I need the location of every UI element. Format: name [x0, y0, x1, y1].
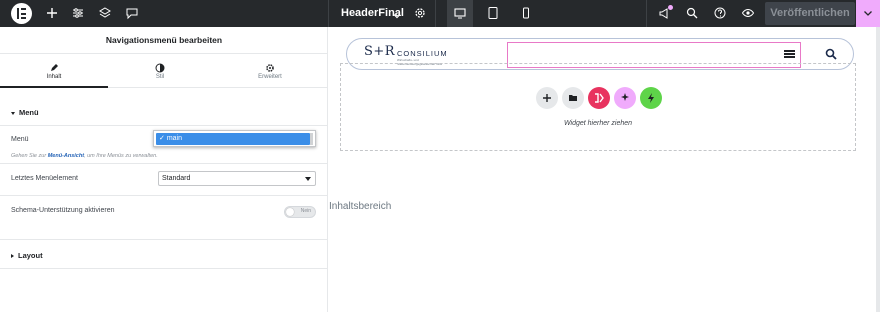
plus-icon — [543, 94, 551, 102]
canvas-preview: S+R CONSILIUM Wirtschafts- und Steuerber… — [329, 27, 880, 312]
divider — [328, 0, 329, 27]
caret-down-icon — [11, 111, 15, 115]
search-icon[interactable] — [825, 47, 837, 60]
tab-label: Stil — [155, 74, 165, 80]
divider — [0, 163, 328, 164]
add-element-button[interactable] — [536, 87, 558, 109]
divider — [0, 195, 328, 196]
section-menu-toggle[interactable]: Menü — [11, 108, 39, 117]
pencil-icon — [49, 60, 59, 71]
elementor-logo-icon[interactable] — [11, 3, 32, 24]
layers-icon[interactable] — [98, 6, 112, 20]
chevron-down-icon[interactable] — [392, 8, 402, 19]
scrollbar[interactable] — [876, 27, 880, 312]
folder-icon — [569, 95, 577, 101]
editor-panel: Navigationsmenü bearbeiten Inhalt Stil E… — [0, 27, 328, 312]
section-layout-toggle[interactable]: Layout — [11, 251, 43, 260]
gear-icon — [265, 60, 275, 72]
schema-toggle[interactable]: Nein — [284, 206, 316, 218]
tab-label: Erweitert — [258, 74, 282, 80]
settings-sliders-icon[interactable] — [71, 6, 85, 20]
divider — [0, 268, 328, 269]
toggle-text: Nein — [300, 208, 311, 214]
content-area-label: Inhaltsbereich — [329, 201, 392, 212]
divider — [646, 0, 647, 27]
menu-hint: Gehen Sie zur Menü-Ansicht, um Ihre Menü… — [11, 153, 158, 159]
brand-name: CONSILIUM — [397, 49, 448, 58]
caret-right-icon — [11, 254, 14, 259]
ai-sparkle-icon — [621, 93, 629, 101]
top-bar: HeaderFinal Veröffentlichen — [0, 0, 880, 27]
gear-icon[interactable] — [413, 6, 427, 20]
desktop-icon[interactable] — [453, 6, 467, 20]
lightning-icon — [648, 93, 654, 103]
kit-button[interactable] — [588, 87, 610, 109]
section-title: Layout — [18, 251, 43, 260]
drop-hint: Widget hierher ziehen — [563, 120, 633, 127]
search-icon[interactable] — [685, 6, 699, 20]
divider — [0, 239, 328, 240]
divider — [0, 125, 328, 126]
add-template-button[interactable] — [562, 87, 584, 109]
menu-select-dropdown[interactable]: ✓ main — [153, 130, 316, 147]
tablet-icon[interactable] — [486, 6, 500, 20]
panel-tabs: Inhalt Stil Erweitert — [0, 54, 328, 88]
mobile-icon[interactable] — [519, 6, 533, 20]
brand-logo[interactable]: S+R — [364, 44, 395, 59]
toggle-knob — [286, 208, 294, 216]
menu-view-link[interactable]: Menü-Ansicht — [48, 153, 84, 159]
scrollbar[interactable] — [310, 133, 313, 145]
add-icon[interactable] — [45, 6, 59, 20]
notification-dot — [668, 5, 673, 10]
ai-button[interactable] — [614, 87, 636, 109]
help-icon[interactable] — [713, 6, 727, 20]
quick-add-button[interactable] — [640, 87, 662, 109]
schema-label: Schema-Unterstützung aktivieren — [11, 207, 115, 214]
panel-title: Navigationsmenü bearbeiten — [0, 27, 328, 54]
last-item-select[interactable]: Standard — [158, 171, 316, 186]
tab-content[interactable]: Inhalt — [0, 54, 108, 88]
comments-icon[interactable] — [125, 6, 139, 20]
select-value: Standard — [162, 175, 191, 182]
publish-button[interactable]: Veröffentlichen — [765, 2, 855, 25]
section-title: Menü — [19, 108, 39, 117]
hamburger-icon[interactable] — [784, 50, 795, 60]
tab-advanced[interactable]: Erweitert — [212, 54, 328, 88]
last-item-label: Letztes Menüelement — [11, 175, 78, 182]
menu-label: Menü — [11, 136, 29, 143]
chevron-down-icon — [305, 177, 311, 181]
divider — [435, 0, 436, 27]
menu-option-main[interactable]: ✓ main — [156, 133, 310, 145]
elementor-kit-icon — [595, 93, 604, 103]
contrast-icon — [155, 60, 165, 73]
tab-label: Inhalt — [46, 74, 62, 80]
tab-style[interactable]: Stil — [108, 54, 212, 88]
publish-options-button[interactable] — [856, 0, 880, 27]
eye-icon[interactable] — [741, 6, 755, 20]
